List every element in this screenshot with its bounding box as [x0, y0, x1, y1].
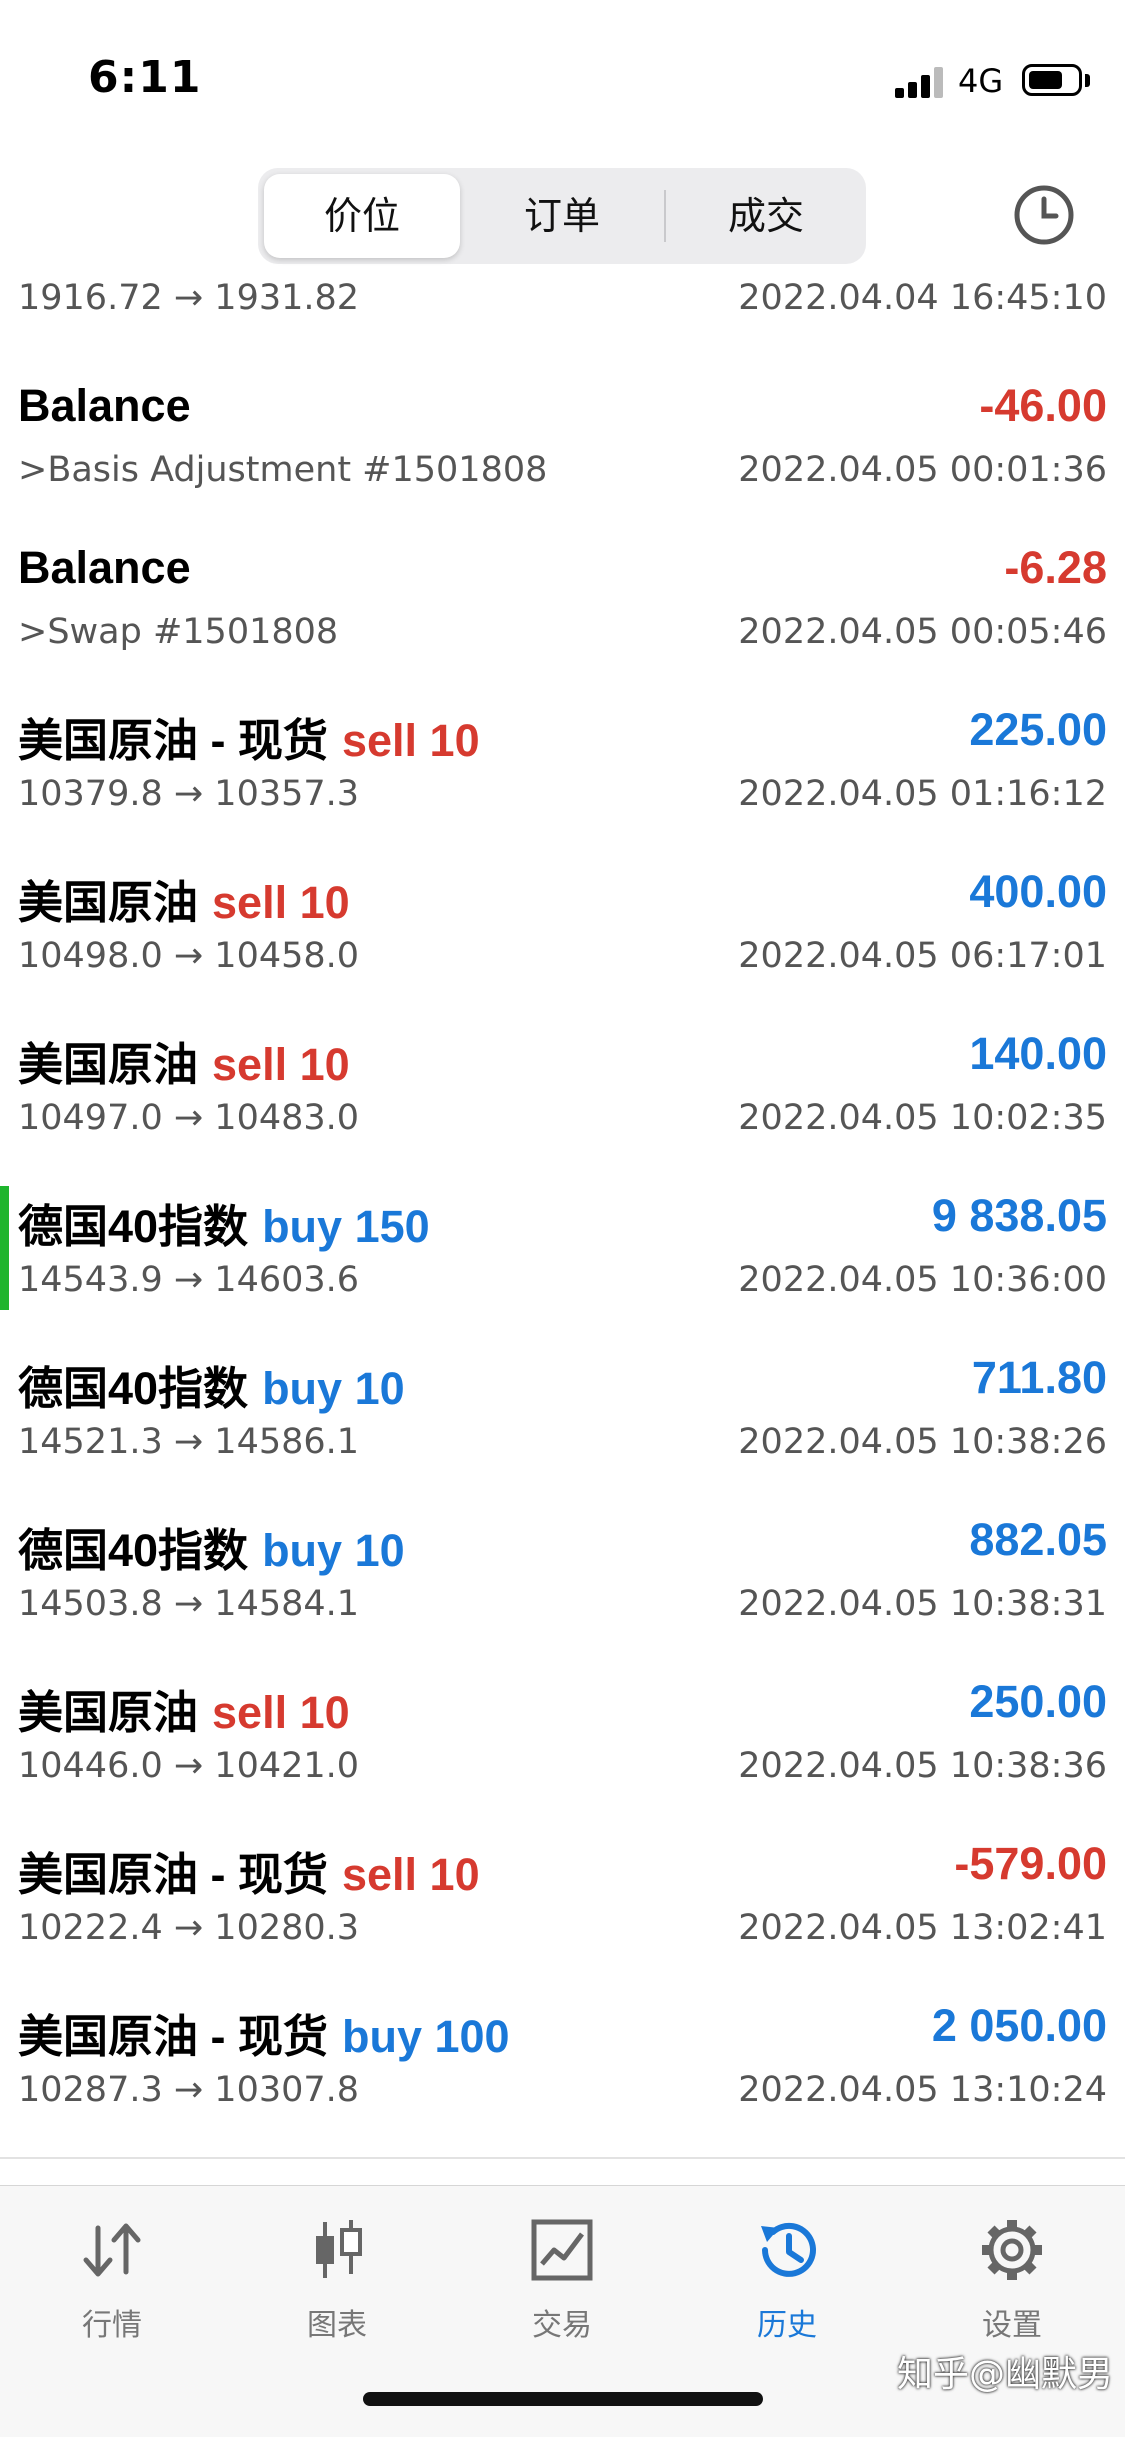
timestamp: 2022.04.05 10:02:35 — [738, 1098, 1107, 1138]
symbol-title: 德国40指数 buy 150 — [18, 1201, 430, 1252]
list-item[interactable]: 1916.72 → 1931.82 2022.04.04 16:45:10 — [0, 270, 1125, 348]
trade-side: buy 100 — [342, 2011, 510, 2062]
battery-cap — [1085, 74, 1090, 87]
timestamp: 2022.04.05 13:10:24 — [738, 2070, 1107, 2110]
list-item[interactable]: 德国40指数 buy 10 711.80 14521.3 → 14586.1 20… — [0, 1320, 1125, 1482]
timestamp: 2022.04.05 10:36:00 — [738, 1260, 1107, 1300]
amount: 2 050.00 — [931, 2000, 1107, 2051]
tab-charts[interactable]: 图表 — [267, 2214, 407, 2344]
tab-orders[interactable]: 订单 — [464, 174, 660, 258]
timestamp: 2022.04.05 00:01:36 — [738, 450, 1107, 490]
symbol-title: 美国原油 sell 10 — [18, 1039, 350, 1090]
list-item[interactable]: 美国原油 sell 10 400.00 10498.0 → 10458.0 202… — [0, 834, 1125, 996]
list-item[interactable]: Balance -46.00 >Basis Adjustment #150180… — [0, 348, 1125, 510]
history-list: 1916.72 → 1931.82 2022.04.04 16:45:10 Ba… — [0, 270, 1125, 2160]
symbol-title: 美国原油 - 现货 sell 10 — [18, 1849, 480, 1900]
list-item[interactable]: 美国原油 sell 10 250.00 10446.0 → 10421.0 202… — [0, 1644, 1125, 1806]
segmented-control: 价位 订单 成交 — [258, 168, 866, 264]
symbol-title: 德国40指数 buy 10 — [18, 1363, 405, 1414]
detail: >Swap #1501808 — [18, 612, 339, 652]
timestamp: 2022.04.05 10:38:36 — [738, 1746, 1107, 1786]
tab-label: 历史 — [757, 2308, 817, 2343]
tab-history[interactable]: 历史 — [717, 2214, 857, 2344]
detail: >Basis Adjustment #1501808 — [18, 450, 548, 490]
symbol-title: 美国原油 - 现货 buy 100 — [18, 2011, 510, 2062]
trade-side: sell 10 — [212, 1039, 350, 1090]
tab-price[interactable]: 价位 — [264, 174, 460, 258]
list-item[interactable]: 德国40指数 buy 10 882.05 14503.8 → 14584.1 20… — [0, 1482, 1125, 1644]
amount: 711.80 — [971, 1352, 1107, 1403]
price-range: 10222.4 → 10280.3 — [18, 1908, 360, 1948]
tab-label: 交易 — [532, 2308, 592, 2343]
symbol-title: 美国原油 sell 10 — [18, 877, 350, 928]
network-type: 4G — [958, 62, 1004, 100]
amount: -46.00 — [979, 380, 1107, 431]
trade-side: sell 10 — [212, 877, 350, 928]
amount: 140.00 — [969, 1028, 1107, 1079]
trade-side: buy 150 — [262, 1201, 430, 1252]
list-item[interactable]: 德国40指数 buy 150 9 838.05 14543.9 → 14603.6… — [0, 1158, 1125, 1320]
status-bar: 6:11 4G — [0, 0, 1125, 160]
amount: 9 838.05 — [931, 1190, 1107, 1241]
price-range: 14503.8 → 14584.1 — [18, 1584, 360, 1624]
home-indicator[interactable] — [363, 2392, 763, 2406]
tab-label: 设置 — [982, 2308, 1042, 2343]
trade-side: sell 10 — [342, 1849, 480, 1900]
list-item[interactable]: Balance -6.28 >Swap #1501808 2022.04.05 … — [0, 510, 1125, 672]
price-range: 14543.9 → 14603.6 — [18, 1260, 360, 1300]
list-item[interactable]: 美国原油 - 现货 buy 100 2 050.00 10287.3 → 1030… — [0, 1968, 1125, 2130]
timestamp: 2022.04.05 13:02:41 — [738, 1908, 1107, 1948]
clock-icon[interactable] — [1012, 183, 1076, 247]
price-range: 1916.72 → 1931.82 — [18, 278, 360, 318]
watermark: 知乎@幽默男 — [896, 2354, 1113, 2395]
list-item[interactable]: 美国原油 - 现货 sell 10 -579.00 10222.4 → 10280… — [0, 1806, 1125, 1968]
tab-quotes[interactable]: 行情 — [42, 2214, 182, 2344]
price-range: 10379.8 → 10357.3 — [18, 774, 360, 814]
amount: 250.00 — [969, 1676, 1107, 1727]
amount: 400.00 — [969, 866, 1107, 917]
quotes-arrows-icon — [83, 2223, 141, 2277]
gear-icon — [982, 2220, 1042, 2280]
list-divider — [0, 2157, 1125, 2159]
timestamp: 2022.04.05 06:17:01 — [738, 936, 1107, 976]
amount: 882.05 — [969, 1514, 1107, 1565]
price-range: 10287.3 → 10307.8 — [18, 2070, 360, 2110]
symbol-title: 美国原油 sell 10 — [18, 1687, 350, 1738]
selection-marker — [0, 1186, 9, 1310]
timestamp: 2022.04.04 16:45:10 — [738, 278, 1107, 318]
symbol-title: 德国40指数 buy 10 — [18, 1525, 405, 1576]
symbol-title: Balance — [18, 542, 191, 593]
tab-trade[interactable]: 交易 — [492, 2214, 632, 2344]
tab-settings[interactable]: 设置 — [942, 2214, 1082, 2344]
trade-side: buy 10 — [262, 1525, 405, 1576]
tab-label: 图表 — [307, 2308, 367, 2343]
segment-divider — [664, 190, 666, 242]
amount: -6.28 — [1004, 542, 1107, 593]
timestamp: 2022.04.05 01:16:12 — [738, 774, 1107, 814]
history-clock-icon — [761, 2222, 816, 2277]
symbol-title: 美国原油 - 现货 sell 10 — [18, 715, 480, 766]
status-time: 6:11 — [88, 52, 202, 103]
timestamp: 2022.04.05 00:05:46 — [738, 612, 1107, 652]
trade-side: buy 10 — [262, 1363, 405, 1414]
list-item[interactable]: 美国原油 - 现货 sell 10 225.00 10379.8 → 10357.… — [0, 672, 1125, 834]
amount: -579.00 — [954, 1838, 1107, 1889]
trade-side: sell 10 — [342, 715, 480, 766]
tab-deals[interactable]: 成交 — [668, 174, 864, 258]
list-item[interactable]: 美国原油 sell 10 140.00 10497.0 → 10483.0 202… — [0, 996, 1125, 1158]
battery-icon — [1022, 64, 1082, 96]
amount: 225.00 — [969, 704, 1107, 755]
price-range: 10498.0 → 10458.0 — [18, 936, 360, 976]
trade-side: sell 10 — [212, 1687, 350, 1738]
timestamp: 2022.04.05 10:38:31 — [738, 1584, 1107, 1624]
trade-chart-icon — [531, 2219, 593, 2281]
tab-label: 行情 — [82, 2308, 142, 2343]
signal-icon — [895, 66, 945, 98]
symbol-title: Balance — [18, 380, 191, 431]
price-range: 14521.3 → 14586.1 — [18, 1422, 360, 1462]
candlestick-chart-icon — [316, 2220, 362, 2278]
price-range: 10446.0 → 10421.0 — [18, 1746, 360, 1786]
price-range: 10497.0 → 10483.0 — [18, 1098, 360, 1138]
timestamp: 2022.04.05 10:38:26 — [738, 1422, 1107, 1462]
